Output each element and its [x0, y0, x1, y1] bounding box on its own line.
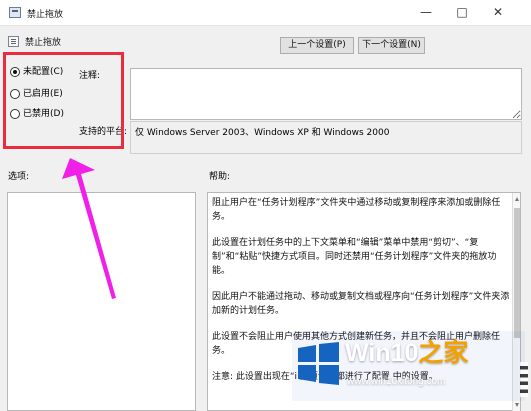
options-label: 选项:: [8, 172, 30, 182]
comment-textarea[interactable]: [130, 68, 522, 120]
watermark-url: www.win10xitong.com: [347, 376, 446, 387]
scroll-down-icon[interactable]: [515, 403, 519, 407]
radio-disabled[interactable]: 已禁用(D): [10, 108, 64, 122]
scrollbar-thumb[interactable]: [514, 208, 520, 338]
watermark-title-suffix: 之家: [418, 339, 469, 367]
help-paragraph: 此设置在计划任务中的上下文菜单和“编辑”菜单中禁用“剪切”、“复制”和“粘贴”快…: [212, 238, 497, 276]
radio-enabled[interactable]: 已启用(E): [10, 88, 63, 102]
minimize-icon: —: [420, 5, 432, 19]
watermark-title: Win10之家: [345, 339, 468, 367]
close-icon: ✕: [492, 5, 504, 19]
policy-setting-icon: [8, 36, 19, 47]
radio-label-disabled: 已禁用(D): [23, 109, 64, 119]
watermark-title-prefix: Win10: [345, 339, 419, 367]
window-titlebar: 禁止拖放 — □ ✕: [0, 0, 531, 26]
radio-checked-icon[interactable]: [10, 67, 20, 77]
maximize-button[interactable]: □: [444, 0, 480, 25]
radio-not-configured[interactable]: 未配置(C): [10, 66, 63, 80]
help-label: 帮助:: [209, 172, 231, 182]
radio-unchecked-icon[interactable]: [10, 89, 20, 99]
supported-platform-label: 支持的平台:: [79, 127, 128, 137]
help-paragraph: 因此用户不能通过拖动、移动或复制文档或程序向“任务计划程序”文件夹添加新的计划任…: [212, 292, 510, 316]
next-setting-button[interactable]: 下一个设置(N): [358, 37, 425, 54]
scroll-up-icon[interactable]: [515, 197, 519, 201]
comment-label: 注释:: [79, 71, 101, 81]
supported-platform-value: 仅 Windows Server 2003、Windows XP 和 Windo…: [130, 121, 522, 154]
close-button[interactable]: ✕: [480, 0, 516, 25]
policy-title: 禁止拖放: [25, 38, 62, 48]
maximize-icon: □: [456, 5, 468, 19]
window-title: 禁止拖放: [27, 10, 64, 20]
windows-logo-icon: [298, 342, 339, 385]
radio-label-enabled: 已启用(E): [23, 89, 63, 99]
radio-unchecked-icon[interactable]: [10, 109, 20, 119]
radio-label-not-configured: 未配置(C): [23, 67, 64, 77]
help-paragraph: 阻止用户在“任务计划程序”文件夹中通过移动或复制程序来添加或删除任务。: [212, 198, 501, 222]
policy-editor-icon: [9, 7, 21, 18]
watermark-barcode-icon: [520, 362, 528, 397]
previous-setting-button[interactable]: 上一个设置(P): [280, 37, 354, 54]
options-panel: [7, 192, 196, 411]
minimize-button[interactable]: —: [408, 0, 444, 25]
